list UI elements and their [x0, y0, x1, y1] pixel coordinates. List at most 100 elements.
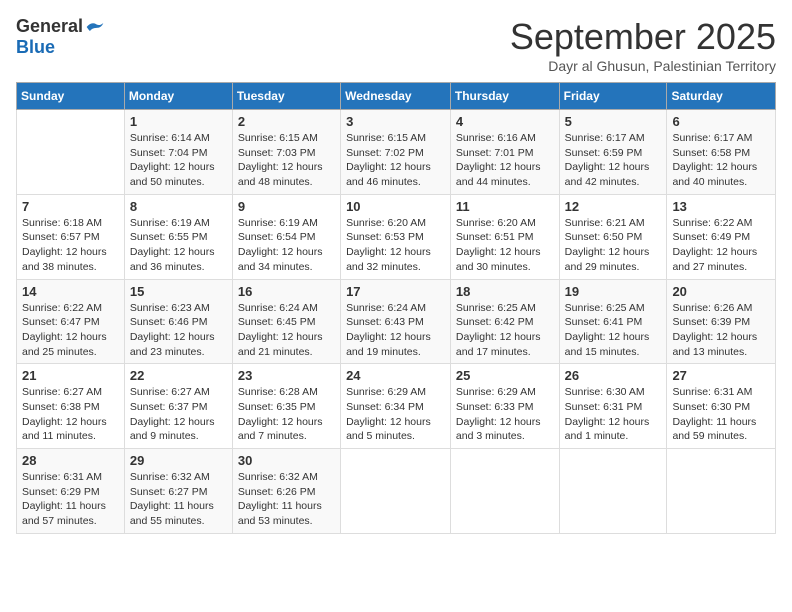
- column-header-friday: Friday: [559, 83, 667, 110]
- day-info: Sunrise: 6:25 AMSunset: 6:42 PMDaylight:…: [456, 301, 554, 360]
- week-row-1: 1Sunrise: 6:14 AMSunset: 7:04 PMDaylight…: [17, 110, 776, 195]
- day-cell: 24Sunrise: 6:29 AMSunset: 6:34 PMDayligh…: [341, 364, 451, 449]
- day-cell: [17, 110, 125, 195]
- day-info: Sunrise: 6:24 AMSunset: 6:43 PMDaylight:…: [346, 301, 445, 360]
- column-header-wednesday: Wednesday: [341, 83, 451, 110]
- day-info: Sunrise: 6:15 AMSunset: 7:02 PMDaylight:…: [346, 131, 445, 190]
- day-cell: 7 Sunrise: 6:18 AMSunset: 6:57 PMDaylight…: [17, 194, 125, 279]
- day-cell: 25 Sunrise: 6:29 AMSunset: 6:33 PMDayligh…: [450, 364, 559, 449]
- day-info: Sunrise: 6:28 AMSunset: 6:35 PMDaylight:…: [238, 385, 335, 444]
- day-info: Sunrise: 6:17 AMSunset: 6:58 PMDaylight:…: [672, 131, 770, 190]
- title-area: September 2025 Dayr al Ghusun, Palestini…: [510, 16, 776, 74]
- day-number: 12: [565, 199, 662, 214]
- day-info: Sunrise: 6:31 AMSunset: 6:30 PMDaylight:…: [672, 385, 770, 444]
- day-number: 5: [565, 114, 662, 129]
- day-number: 14: [22, 284, 119, 299]
- day-info: Sunrise: 6:31 AMSunset: 6:29 PMDaylight:…: [22, 470, 119, 529]
- day-number: 8: [130, 199, 227, 214]
- day-cell: 28 Sunrise: 6:31 AMSunset: 6:29 PMDayligh…: [17, 449, 125, 534]
- day-number: 29: [130, 453, 227, 468]
- day-number: 10: [346, 199, 445, 214]
- day-cell: 11Sunrise: 6:20 AMSunset: 6:51 PMDayligh…: [450, 194, 559, 279]
- day-info: Sunrise: 6:26 AMSunset: 6:39 PMDaylight:…: [672, 301, 770, 360]
- day-number: 20: [672, 284, 770, 299]
- day-number: 9: [238, 199, 335, 214]
- day-info: Sunrise: 6:20 AMSunset: 6:53 PMDaylight:…: [346, 216, 445, 275]
- day-cell: [667, 449, 776, 534]
- day-info: Sunrise: 6:29 AMSunset: 6:33 PMDaylight:…: [456, 385, 554, 444]
- day-number: 28: [22, 453, 119, 468]
- week-row-2: 7 Sunrise: 6:18 AMSunset: 6:57 PMDaylight…: [17, 194, 776, 279]
- day-cell: 5 Sunrise: 6:17 AMSunset: 6:59 PMDaylight…: [559, 110, 667, 195]
- day-number: 26: [565, 368, 662, 383]
- day-cell: 9 Sunrise: 6:19 AMSunset: 6:54 PMDaylight…: [232, 194, 340, 279]
- day-number: 25: [456, 368, 554, 383]
- day-cell: 3 Sunrise: 6:15 AMSunset: 7:02 PMDaylight…: [341, 110, 451, 195]
- logo-general-text: General: [16, 16, 83, 37]
- day-cell: 6 Sunrise: 6:17 AMSunset: 6:58 PMDaylight…: [667, 110, 776, 195]
- day-info: Sunrise: 6:27 AMSunset: 6:38 PMDaylight:…: [22, 385, 119, 444]
- day-number: 16: [238, 284, 335, 299]
- day-number: 11: [456, 199, 554, 214]
- day-cell: 20 Sunrise: 6:26 AMSunset: 6:39 PMDayligh…: [667, 279, 776, 364]
- column-header-saturday: Saturday: [667, 83, 776, 110]
- calendar-header: SundayMondayTuesdayWednesdayThursdayFrid…: [17, 83, 776, 110]
- day-info: Sunrise: 6:30 AMSunset: 6:31 PMDaylight:…: [565, 385, 662, 444]
- day-info: Sunrise: 6:27 AMSunset: 6:37 PMDaylight:…: [130, 385, 227, 444]
- day-number: 30: [238, 453, 335, 468]
- day-number: 1: [130, 114, 227, 129]
- day-number: 13: [672, 199, 770, 214]
- day-number: 23: [238, 368, 335, 383]
- calendar-body: 1Sunrise: 6:14 AMSunset: 7:04 PMDaylight…: [17, 110, 776, 534]
- day-info: Sunrise: 6:22 AMSunset: 6:49 PMDaylight:…: [672, 216, 770, 275]
- day-number: 21: [22, 368, 119, 383]
- day-info: Sunrise: 6:18 AMSunset: 6:57 PMDaylight:…: [22, 216, 119, 275]
- day-cell: 21 Sunrise: 6:27 AMSunset: 6:38 PMDayligh…: [17, 364, 125, 449]
- day-number: 17: [346, 284, 445, 299]
- day-cell: 17 Sunrise: 6:24 AMSunset: 6:43 PMDayligh…: [341, 279, 451, 364]
- day-cell: 13 Sunrise: 6:22 AMSunset: 6:49 PMDayligh…: [667, 194, 776, 279]
- day-info: Sunrise: 6:24 AMSunset: 6:45 PMDaylight:…: [238, 301, 335, 360]
- day-info: Sunrise: 6:29 AMSunset: 6:34 PMDaylight:…: [346, 385, 445, 444]
- day-cell: 8Sunrise: 6:19 AMSunset: 6:55 PMDaylight…: [124, 194, 232, 279]
- day-cell: 29 Sunrise: 6:32 AMSunset: 6:27 PMDayligh…: [124, 449, 232, 534]
- day-cell: 1Sunrise: 6:14 AMSunset: 7:04 PMDaylight…: [124, 110, 232, 195]
- day-number: 18: [456, 284, 554, 299]
- day-info: Sunrise: 6:15 AMSunset: 7:03 PMDaylight:…: [238, 131, 335, 190]
- day-number: 6: [672, 114, 770, 129]
- column-header-monday: Monday: [124, 83, 232, 110]
- day-cell: 23 Sunrise: 6:28 AMSunset: 6:35 PMDayligh…: [232, 364, 340, 449]
- day-cell: 14 Sunrise: 6:22 AMSunset: 6:47 PMDayligh…: [17, 279, 125, 364]
- day-info: Sunrise: 6:32 AMSunset: 6:26 PMDaylight:…: [238, 470, 335, 529]
- day-number: 3: [346, 114, 445, 129]
- day-cell: 16 Sunrise: 6:24 AMSunset: 6:45 PMDayligh…: [232, 279, 340, 364]
- column-header-thursday: Thursday: [450, 83, 559, 110]
- week-row-4: 21 Sunrise: 6:27 AMSunset: 6:38 PMDayligh…: [17, 364, 776, 449]
- day-cell: 18 Sunrise: 6:25 AMSunset: 6:42 PMDayligh…: [450, 279, 559, 364]
- day-cell: 27 Sunrise: 6:31 AMSunset: 6:30 PMDayligh…: [667, 364, 776, 449]
- day-info: Sunrise: 6:19 AMSunset: 6:54 PMDaylight:…: [238, 216, 335, 275]
- day-cell: 22Sunrise: 6:27 AMSunset: 6:37 PMDayligh…: [124, 364, 232, 449]
- day-cell: 15Sunrise: 6:23 AMSunset: 6:46 PMDayligh…: [124, 279, 232, 364]
- day-cell: 30 Sunrise: 6:32 AMSunset: 6:26 PMDayligh…: [232, 449, 340, 534]
- day-info: Sunrise: 6:32 AMSunset: 6:27 PMDaylight:…: [130, 470, 227, 529]
- day-cell: [450, 449, 559, 534]
- day-info: Sunrise: 6:17 AMSunset: 6:59 PMDaylight:…: [565, 131, 662, 190]
- calendar-table: SundayMondayTuesdayWednesdayThursdayFrid…: [16, 82, 776, 534]
- column-header-tuesday: Tuesday: [232, 83, 340, 110]
- day-cell: [341, 449, 451, 534]
- page-header: General Blue September 2025 Dayr al Ghus…: [16, 16, 776, 74]
- logo-bird-icon: [85, 19, 105, 35]
- day-cell: 2Sunrise: 6:15 AMSunset: 7:03 PMDaylight…: [232, 110, 340, 195]
- logo: General Blue: [16, 16, 105, 58]
- day-info: Sunrise: 6:22 AMSunset: 6:47 PMDaylight:…: [22, 301, 119, 360]
- day-info: Sunrise: 6:25 AMSunset: 6:41 PMDaylight:…: [565, 301, 662, 360]
- day-cell: 10 Sunrise: 6:20 AMSunset: 6:53 PMDayligh…: [341, 194, 451, 279]
- day-number: 19: [565, 284, 662, 299]
- location-subtitle: Dayr al Ghusun, Palestinian Territory: [510, 58, 776, 74]
- logo-blue-text: Blue: [16, 37, 55, 58]
- day-cell: [559, 449, 667, 534]
- day-cell: 19 Sunrise: 6:25 AMSunset: 6:41 PMDayligh…: [559, 279, 667, 364]
- day-number: 27: [672, 368, 770, 383]
- day-number: 7: [22, 199, 119, 214]
